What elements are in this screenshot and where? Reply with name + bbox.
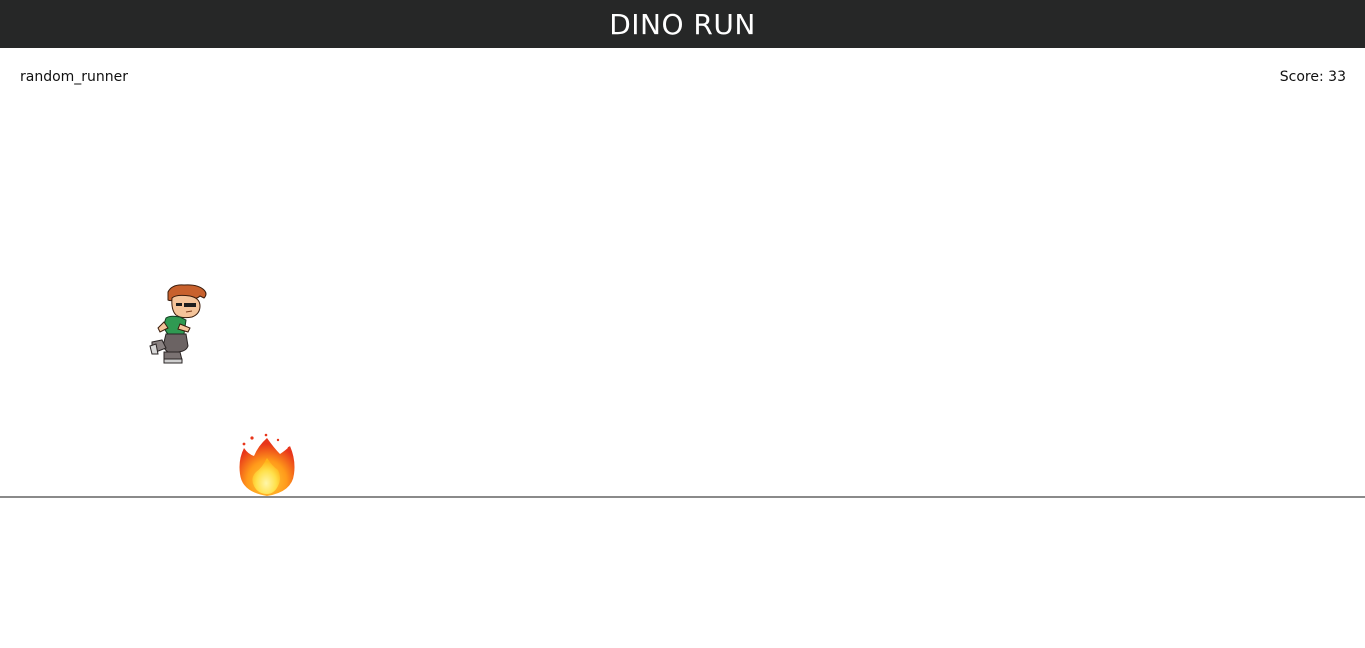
- runner-character-icon: [149, 284, 207, 364]
- fire-icon: [239, 433, 295, 496]
- ground-line: [0, 496, 1365, 498]
- game-title: DINO RUN: [609, 7, 756, 41]
- app-header: DINO RUN: [0, 0, 1365, 48]
